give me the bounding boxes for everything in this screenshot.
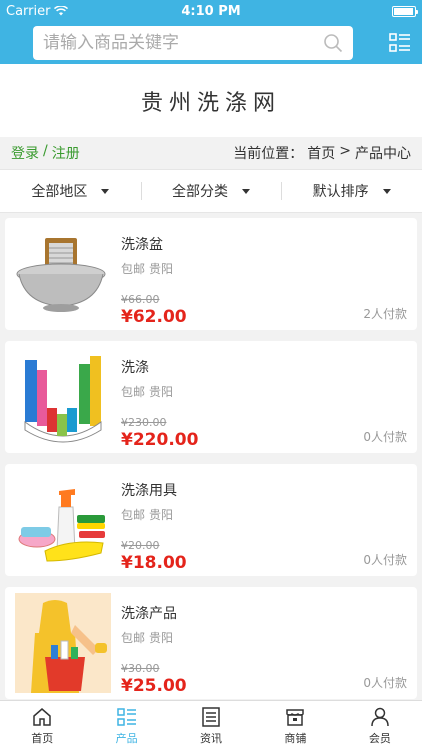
product-image-cleaner-with-bucket[interactable] (13, 593, 113, 693)
product-list: 洗涤盆 包邮 贵阳 ¥66.00 ¥62.00 2人付款 洗涤 包邮 贵阳 ¥2… (0, 213, 422, 699)
breadcrumb-arrow: > (339, 143, 351, 159)
tab-shop-label: 商铺 (284, 731, 307, 745)
auth-separator: / (43, 143, 48, 159)
product-location: 贵阳 (149, 262, 174, 276)
caret-down-icon (101, 188, 110, 194)
tab-news[interactable]: 资讯 (169, 701, 253, 750)
search-header (0, 22, 422, 64)
product-card[interactable]: 洗涤产品 包邮 贵阳 ¥30.00 ¥25.00 0人付款 (5, 587, 417, 699)
product-location: 贵阳 (149, 631, 174, 645)
tab-products[interactable]: 产品 (84, 701, 168, 750)
carrier-label: Carrier (6, 3, 51, 19)
product-name[interactable]: 洗涤 (121, 357, 407, 377)
battery-fill (394, 7, 413, 15)
breadcrumb: 当前位置： 首页 > 产品中心 (233, 143, 411, 163)
list-menu-icon (389, 33, 410, 52)
filter-sort[interactable]: 默认排序 (281, 170, 422, 212)
member-icon (371, 707, 389, 726)
register-link[interactable]: 注册 (52, 143, 80, 163)
tab-products-label: 产品 (115, 731, 138, 745)
brand-title: 贵州洗涤网 (0, 64, 422, 137)
filter-bar: 全部地区 全部分类 默认排序 (0, 169, 422, 213)
search-input[interactable] (43, 33, 323, 53)
product-sold-count: 0人付款 (363, 676, 407, 690)
product-meta: 包邮 贵阳 (121, 383, 407, 400)
login-link[interactable]: 登录 (11, 143, 39, 163)
caret-down-icon (382, 188, 391, 194)
product-meta: 包邮 贵阳 (121, 260, 407, 277)
product-location: 贵阳 (149, 385, 174, 399)
tab-shop[interactable]: 商铺 (253, 701, 337, 750)
filter-region[interactable]: 全部地区 (0, 170, 141, 212)
carrier-info: Carrier (6, 3, 69, 19)
filter-category-label: 全部分类 (172, 184, 228, 200)
product-name[interactable]: 洗涤产品 (121, 603, 407, 623)
shop-icon (286, 708, 305, 726)
category-menu-button[interactable] (388, 31, 412, 55)
search-icon[interactable] (323, 33, 343, 53)
filter-category[interactable]: 全部分类 (140, 170, 282, 212)
tab-news-label: 资讯 (200, 731, 223, 745)
product-shipping: 包邮 (121, 508, 146, 522)
product-shipping: 包邮 (121, 631, 146, 645)
product-sold-count: 0人付款 (363, 553, 407, 567)
product-sold-count: 0人付款 (363, 430, 407, 444)
product-grid-icon (116, 707, 136, 726)
breadcrumb-bar: 登录 / 注册 当前位置： 首页 > 产品中心 (0, 137, 422, 169)
tab-member-label: 会员 (368, 731, 391, 745)
tab-home[interactable]: 首页 (0, 701, 84, 750)
caret-down-icon (242, 188, 250, 194)
filter-region-label: 全部地区 (31, 184, 88, 200)
auth-links: 登录 / 注册 (11, 143, 80, 163)
product-card[interactable]: 洗涤盆 包邮 贵阳 ¥66.00 ¥62.00 2人付款 (5, 218, 417, 330)
tab-bar: 首页 产品 资讯 商铺 会员 (0, 700, 422, 750)
product-shipping: 包邮 (121, 262, 146, 276)
breadcrumb-label: 当前位置： (233, 146, 304, 162)
product-meta: 包邮 贵阳 (121, 506, 407, 523)
product-name[interactable]: 洗涤盆 (121, 234, 407, 254)
tab-home-label: 首页 (31, 731, 54, 745)
product-sold-count: 2人付款 (363, 307, 407, 321)
filter-sort-label: 默认排序 (312, 184, 369, 200)
product-image-detergent-bottles[interactable] (13, 349, 113, 445)
news-icon (202, 706, 220, 727)
product-location: 贵阳 (149, 508, 174, 522)
home-icon (33, 707, 51, 726)
battery-icon (392, 5, 418, 17)
product-image-washboard-basin[interactable] (13, 226, 113, 322)
status-bar: Carrier 4:10 PM (0, 0, 422, 22)
breadcrumb-home[interactable]: 首页 (307, 143, 335, 163)
product-meta: 包邮 贵阳 (121, 629, 407, 646)
breadcrumb-current: 产品中心 (355, 146, 411, 162)
product-shipping: 包邮 (121, 385, 146, 399)
product-image-cleaning-tools[interactable] (13, 472, 113, 568)
search-box[interactable] (33, 26, 353, 60)
tab-member[interactable]: 会员 (338, 701, 422, 750)
product-name[interactable]: 洗涤用具 (121, 480, 407, 500)
wifi-icon (54, 6, 69, 16)
product-card[interactable]: 洗涤 包邮 贵阳 ¥230.00 ¥220.00 0人付款 (5, 341, 417, 453)
product-card[interactable]: 洗涤用具 包邮 贵阳 ¥20.00 ¥18.00 0人付款 (5, 464, 417, 576)
